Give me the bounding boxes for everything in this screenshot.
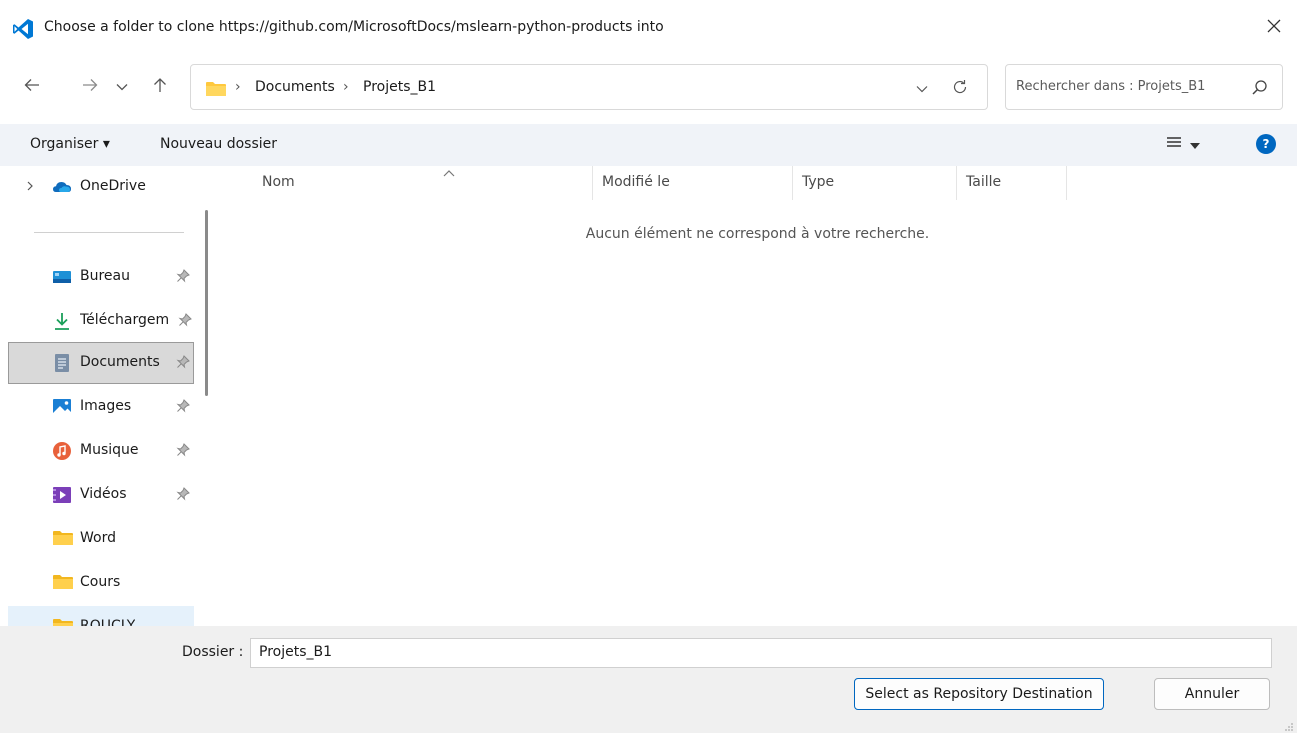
chevron-down-icon [916,81,928,97]
sidebar-item-musique[interactable]: Musique [8,430,194,472]
navigation-row: › Documents › Projets_B1 Rechercher dans… [0,62,1297,112]
help-icon: ? [1262,137,1270,151]
pin-icon[interactable] [176,399,190,413]
sidebar-divider [34,232,184,233]
pin-icon[interactable] [176,355,190,369]
sidebar-item-videos[interactable]: Vidéos [8,474,194,516]
image-icon [52,397,72,417]
arrow-up-icon [153,77,167,97]
sidebar-item-label: Bureau [80,268,130,284]
sidebar-item-label: Vidéos [80,486,127,502]
search-icon [1250,78,1270,98]
column-header-size[interactable]: Taille [966,174,1001,190]
address-bar[interactable]: › Documents › Projets_B1 [190,64,988,110]
sidebar-item-label: Téléchargem [80,312,170,328]
search-input[interactable]: Rechercher dans : Projets_B1 [1016,79,1205,94]
desktop-icon [52,267,72,287]
caret-down-icon [1190,137,1200,153]
resize-grip-icon[interactable] [1284,720,1294,731]
refresh-icon [952,79,968,99]
sidebar-item-label: Documents [80,354,160,370]
recent-locations-button[interactable] [108,72,136,102]
column-divider[interactable] [592,166,593,200]
video-icon [52,485,72,505]
list-view-icon [1166,136,1182,154]
cancel-button[interactable]: Annuler [1154,678,1270,710]
search-box[interactable]: Rechercher dans : Projets_B1 [1005,64,1283,110]
new-folder-button[interactable]: Nouveau dossier [160,136,277,152]
column-divider[interactable] [956,166,957,200]
window-title: Choose a folder to clone https://github.… [44,19,664,35]
dialog-footer: Dossier : Projets_B1 Select as Repositor… [0,626,1297,733]
sidebar-item-label: Images [80,398,132,414]
pin-icon[interactable] [176,443,190,457]
help-button[interactable]: ? [1256,134,1276,154]
organize-button[interactable]: Organiser ▾ [30,136,110,152]
sidebar-item-label: Cours [80,574,121,590]
file-list: Nom Modifié le Type Taille Aucun élément… [218,166,1297,626]
sidebar-item-label: OneDrive [80,178,146,194]
download-icon [52,311,72,331]
select-destination-button[interactable]: Select as Repository Destination [854,678,1104,710]
folder-icon [52,573,73,593]
refresh-button[interactable] [947,77,973,101]
pin-icon[interactable] [178,313,192,327]
folder-icon [205,81,227,97]
sidebar-item-word[interactable]: Word [8,518,194,560]
sort-ascending-icon [442,166,456,177]
column-header-type[interactable]: Type [802,174,834,190]
sidebar-item-images[interactable]: Images [8,386,194,428]
breadcrumb-documents[interactable]: Documents [255,79,335,95]
document-icon [52,353,72,373]
sidebar-item-label: ROUCLY [80,618,136,626]
sidebar-item-label: Musique [80,442,139,458]
folder-name-input[interactable]: Projets_B1 [250,638,1272,668]
column-header-name[interactable]: Nom [262,174,295,190]
close-button[interactable] [1256,12,1292,44]
sidebar-item-roucly[interactable]: ROUCLY [8,606,194,626]
back-button[interactable] [18,72,46,102]
sidebar-item-telechargements[interactable]: Téléchargem [8,300,194,342]
close-icon [1267,19,1281,37]
onedrive-icon [52,177,72,197]
chevron-down-icon [116,79,128,95]
navigation-pane: OneDrive Bureau Téléchargem Documents Im… [0,166,218,626]
chevron-right-icon[interactable] [24,180,36,192]
folder-icon [52,617,73,626]
up-button[interactable] [146,72,174,102]
arrow-right-icon [82,78,98,96]
address-history-button[interactable] [909,77,935,101]
arrow-left-icon [24,78,40,96]
sidebar-scrollbar[interactable] [205,210,208,396]
music-icon [52,441,72,461]
sidebar-item-documents[interactable]: Documents [8,342,194,384]
breadcrumb-projets[interactable]: Projets_B1 [363,79,436,95]
pin-icon[interactable] [176,269,190,283]
sidebar-item-onedrive[interactable]: OneDrive [8,166,194,208]
title-bar: Choose a folder to clone https://github.… [0,0,1297,56]
empty-state-message: Aucun élément ne correspond à votre rech… [585,226,930,242]
folder-icon [52,529,73,549]
command-bar: Organiser ▾ Nouveau dossier ? [0,124,1297,166]
column-header-modified[interactable]: Modifié le [602,174,670,190]
sidebar-item-cours[interactable]: Cours [8,562,194,604]
pin-icon[interactable] [176,487,190,501]
column-divider[interactable] [792,166,793,200]
forward-button[interactable] [76,72,104,102]
folder-label: Dossier : [182,644,244,660]
view-options-button[interactable] [1166,132,1218,158]
breadcrumb-separator: › [343,79,349,95]
breadcrumb-separator: › [235,79,241,95]
sidebar-item-label: Word [80,530,116,546]
column-divider[interactable] [1066,166,1067,200]
sidebar-item-bureau[interactable]: Bureau [8,256,194,298]
vscode-icon [12,18,34,40]
